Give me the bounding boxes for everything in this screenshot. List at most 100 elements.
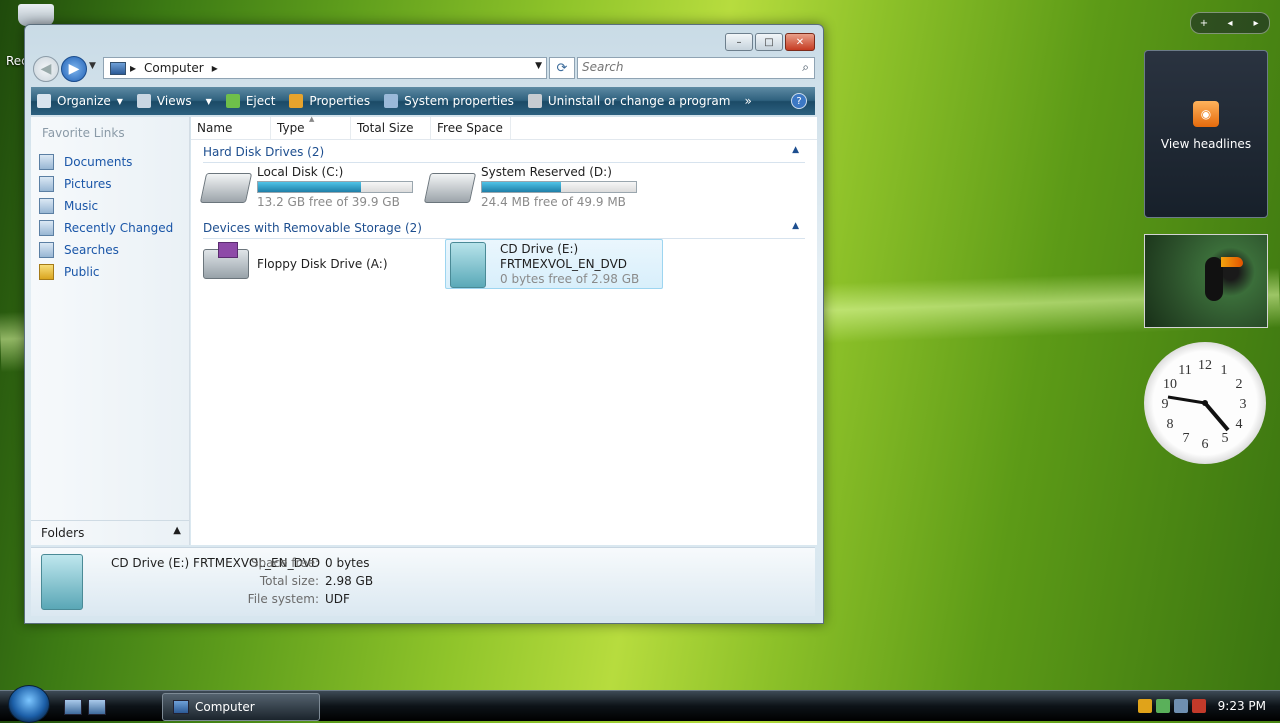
address-bar[interactable]: ▸ Computer ▸ ▼ [103, 57, 547, 79]
drive-usage-fill [258, 182, 362, 192]
music-icon [39, 198, 54, 214]
drive-name: Floppy Disk Drive (A:) [257, 257, 388, 271]
file-list-pane: Name Type Total Size Free Space ▲ Hard D… [191, 115, 817, 545]
group-header-removable-storage[interactable]: Devices with Removable Storage (2) ▲ [203, 218, 805, 239]
views-label: Views [156, 94, 192, 108]
back-button[interactable]: ◀ [33, 56, 59, 82]
drive-name: CD Drive (E:) [500, 242, 579, 256]
add-gadget-button[interactable]: + [1191, 18, 1217, 29]
system-properties-label: System properties [404, 94, 514, 108]
update-icon[interactable] [1155, 699, 1170, 713]
hard-disk-icon [423, 173, 477, 203]
switch-windows-icon[interactable] [88, 699, 106, 715]
search-box[interactable]: ⌕ [577, 57, 815, 79]
clock-gadget[interactable]: 12 12 345 678 91011 [1144, 342, 1266, 464]
group-label: Devices with Removable Storage (2) [203, 221, 422, 235]
previous-gadget-button[interactable]: ◂ [1217, 18, 1243, 29]
sort-indicator-icon: ▲ [309, 115, 315, 123]
refresh-button[interactable]: ⟳ [549, 57, 575, 79]
favorite-link-recently-changed[interactable]: Recently Changed [39, 217, 173, 239]
favorite-link-documents[interactable]: Documents [39, 151, 173, 173]
group-label: Hard Disk Drives (2) [203, 145, 325, 159]
slideshow-gadget[interactable] [1144, 234, 1268, 328]
column-header-free-space[interactable]: Free Space [431, 117, 511, 139]
address-dropdown-icon[interactable]: ▼ [535, 61, 542, 71]
favorite-link-public[interactable]: Public [39, 261, 173, 283]
favorite-links-header: Favorite Links [42, 126, 125, 140]
next-gadget-button[interactable]: ▸ [1243, 18, 1269, 29]
checkmark-icon [289, 94, 304, 108]
column-header-total-size[interactable]: Total Size [351, 117, 431, 139]
help-icon[interactable]: ? [791, 93, 807, 109]
recycle-bin-icon[interactable] [18, 4, 54, 26]
svg-text:9: 9 [1162, 397, 1169, 412]
rss-icon: ◉ [1193, 101, 1219, 127]
favorite-link-pictures[interactable]: Pictures [39, 173, 173, 195]
taskbar-button-computer[interactable]: Computer [162, 693, 320, 721]
drive-floppy-a[interactable]: Floppy Disk Drive (A:) [203, 241, 415, 291]
svg-text:8: 8 [1167, 417, 1174, 432]
svg-text:6: 6 [1202, 437, 1209, 452]
drive-free-space: 13.2 GB free of 39.9 GB [257, 195, 400, 209]
collapse-icon[interactable]: ▲ [792, 145, 799, 155]
maximize-button[interactable]: □ [755, 33, 783, 51]
views-button[interactable]: Views ▼ [131, 87, 220, 115]
drive-cd-e[interactable]: CD Drive (E:) FRTMEXVOL_EN_DVD 0 bytes f… [445, 239, 663, 289]
feed-headlines-gadget[interactable]: ◉ View headlines [1144, 50, 1268, 218]
network-icon[interactable] [1173, 699, 1188, 713]
uninstall-program-button[interactable]: Uninstall or change a program [522, 87, 739, 115]
minimize-button[interactable]: – [725, 33, 753, 51]
security-shield-icon[interactable] [1137, 699, 1152, 713]
organize-icon [37, 94, 51, 108]
close-button[interactable]: ✕ [785, 33, 815, 51]
search-icon[interactable]: ⌕ [802, 60, 809, 75]
details-key: Space free: [250, 556, 319, 570]
clock-time[interactable]: 9:23 PM [1218, 699, 1266, 713]
uninstall-icon [527, 94, 542, 108]
folders-toggle[interactable]: Folders ▲ [31, 520, 189, 545]
drive-local-disk-c[interactable]: Local Disk (C:) 13.2 GB free of 39.9 GB [199, 165, 415, 215]
refresh-icon: ⟳ [556, 60, 568, 76]
search-input[interactable] [578, 58, 782, 76]
chevron-up-icon: ▲ [173, 525, 181, 536]
system-properties-button[interactable]: System properties [378, 87, 522, 115]
collapse-icon[interactable]: ▲ [792, 221, 799, 231]
favorite-link-label: Public [64, 265, 100, 279]
details-pane: CD Drive (E:) FRTMEXVOL_EN_DVD Space fre… [31, 547, 815, 616]
drive-system-reserved-d[interactable]: System Reserved (D:) 24.4 MB free of 49.… [423, 165, 639, 215]
views-icon [136, 94, 151, 108]
forward-arrow-icon: ▶ [68, 61, 80, 77]
hour-hand [1203, 401, 1230, 432]
details-value: 2.98 GB [325, 574, 374, 588]
breadcrumb-separator-icon[interactable]: ▸ [130, 61, 136, 75]
back-arrow-icon: ◀ [40, 61, 52, 77]
properties-label: Properties [309, 94, 371, 108]
favorite-link-searches[interactable]: Searches [39, 239, 173, 261]
breadcrumb-chevron-icon[interactable]: ▸ [212, 61, 218, 75]
start-button[interactable] [8, 685, 50, 723]
taskbar-button-label: Computer [195, 700, 255, 714]
recent-pages-dropdown[interactable]: ▼ [89, 61, 96, 71]
folder-icon [39, 264, 54, 280]
feed-headlines-label[interactable]: View headlines [1145, 137, 1267, 151]
favorite-link-label: Documents [64, 155, 133, 169]
group-header-hard-disks[interactable]: Hard Disk Drives (2) ▲ [203, 142, 805, 163]
properties-button[interactable]: Properties [283, 87, 378, 115]
more-commands-button[interactable]: » [738, 87, 759, 115]
column-header-name[interactable]: Name [191, 117, 271, 139]
sidebar-controls: + ◂ ▸ [1190, 12, 1270, 34]
volume-muted-icon[interactable] [1191, 699, 1206, 713]
eject-button[interactable]: Eject [220, 87, 284, 115]
details-value: UDF [325, 592, 350, 606]
organize-button[interactable]: Organize ▼ [31, 87, 131, 115]
favorite-link-label: Searches [64, 243, 119, 257]
show-desktop-icon[interactable] [64, 699, 82, 715]
breadcrumb-computer[interactable]: Computer [144, 61, 204, 75]
forward-button[interactable]: ▶ [61, 56, 87, 82]
column-header-row: Name Type Total Size Free Space ▲ [191, 115, 817, 140]
favorite-link-music[interactable]: Music [39, 195, 173, 217]
eject-icon [225, 94, 240, 108]
favorite-links-list: Documents Pictures Music Recently Change… [39, 151, 173, 283]
svg-text:1: 1 [1221, 363, 1228, 378]
favorite-link-label: Recently Changed [64, 221, 174, 235]
